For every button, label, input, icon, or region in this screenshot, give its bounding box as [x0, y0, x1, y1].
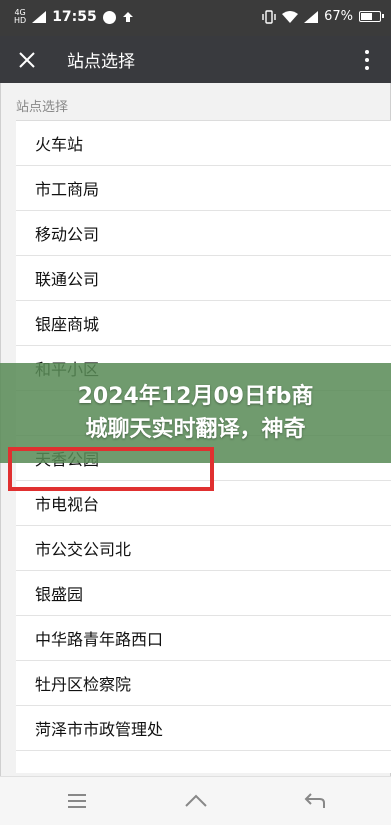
back-icon: [304, 793, 325, 808]
menu-icon: [68, 794, 86, 796]
page-title: 站点选择: [67, 52, 135, 72]
list-item-label: 银座商城: [35, 315, 100, 334]
navigation-bar: [0, 776, 391, 825]
battery-percent: 67%: [324, 9, 353, 24]
list-item-label: 火车站: [35, 135, 84, 154]
list-item[interactable]: 移动公司: [16, 211, 391, 256]
list-item[interactable]: 火车站: [16, 121, 391, 166]
list-item-label: 市公交公司北: [35, 540, 132, 559]
list-item-label: 市电视台: [35, 495, 100, 514]
list-item[interactable]: 联通公司: [16, 256, 391, 301]
list-item[interactable]: 牡丹区检察院: [16, 661, 391, 706]
list-item[interactable]: 银座商城: [16, 301, 391, 346]
title-bar: 站点选择: [0, 36, 391, 83]
home-icon: [185, 794, 207, 807]
list-item[interactable]: [16, 751, 391, 773]
list-item-label: 中华路青年路西口: [35, 630, 164, 649]
list-item-label: 牡丹区检察院: [35, 675, 132, 694]
upload-icon: [122, 12, 133, 22]
section-header: 站点选择: [16, 100, 69, 115]
back-button[interactable]: [300, 787, 330, 815]
menu-icon-line: [68, 806, 86, 808]
cellular-icon: [304, 10, 319, 23]
list-item-label: 联通公司: [35, 270, 100, 289]
battery-level: [361, 13, 372, 20]
clock: 17:55: [52, 9, 97, 25]
overlay-line-1: 2024年12月09日fb商: [77, 384, 314, 409]
home-button[interactable]: [181, 787, 211, 815]
overlay-headline: 2024年12月09日fb商 城聊天实时翻译，神奇: [0, 380, 391, 446]
wifi-icon: [282, 10, 299, 23]
more-vertical-icon-dot: [365, 58, 369, 62]
status-bar: 4G HD 17:55 67%: [0, 0, 391, 36]
notification-icon: [102, 10, 116, 24]
list-item[interactable]: 菏泽市市政管理处: [16, 706, 391, 751]
list-item[interactable]: 银盛园: [16, 571, 391, 616]
highlight-box: [8, 447, 214, 491]
list-item-label: 菏泽市市政管理处: [35, 720, 164, 739]
list-item[interactable]: 中华路青年路西口: [16, 616, 391, 661]
close-icon: [19, 52, 35, 68]
menu-button[interactable]: [62, 787, 92, 815]
battery-icon: [359, 11, 384, 22]
list-item-label: 银盛园: [35, 585, 84, 604]
network-indicator: 4G HD: [14, 9, 26, 25]
more-vertical-icon: [365, 50, 369, 54]
signal-icon: [32, 11, 47, 23]
overlay-line-2: 城聊天实时翻译，神奇: [85, 417, 306, 442]
list-item[interactable]: 市工商局: [16, 166, 391, 211]
list-item-label: 市工商局: [35, 180, 100, 199]
menu-icon-line: [68, 800, 86, 802]
network-sub: HD: [14, 16, 27, 25]
list-item[interactable]: 市公交公司北: [16, 526, 391, 571]
more-vertical-icon-dot: [365, 66, 369, 70]
more-options-button[interactable]: [357, 44, 377, 76]
vibrate-icon: [262, 9, 276, 24]
list-item-label: 移动公司: [35, 225, 100, 244]
close-button[interactable]: [12, 45, 42, 75]
